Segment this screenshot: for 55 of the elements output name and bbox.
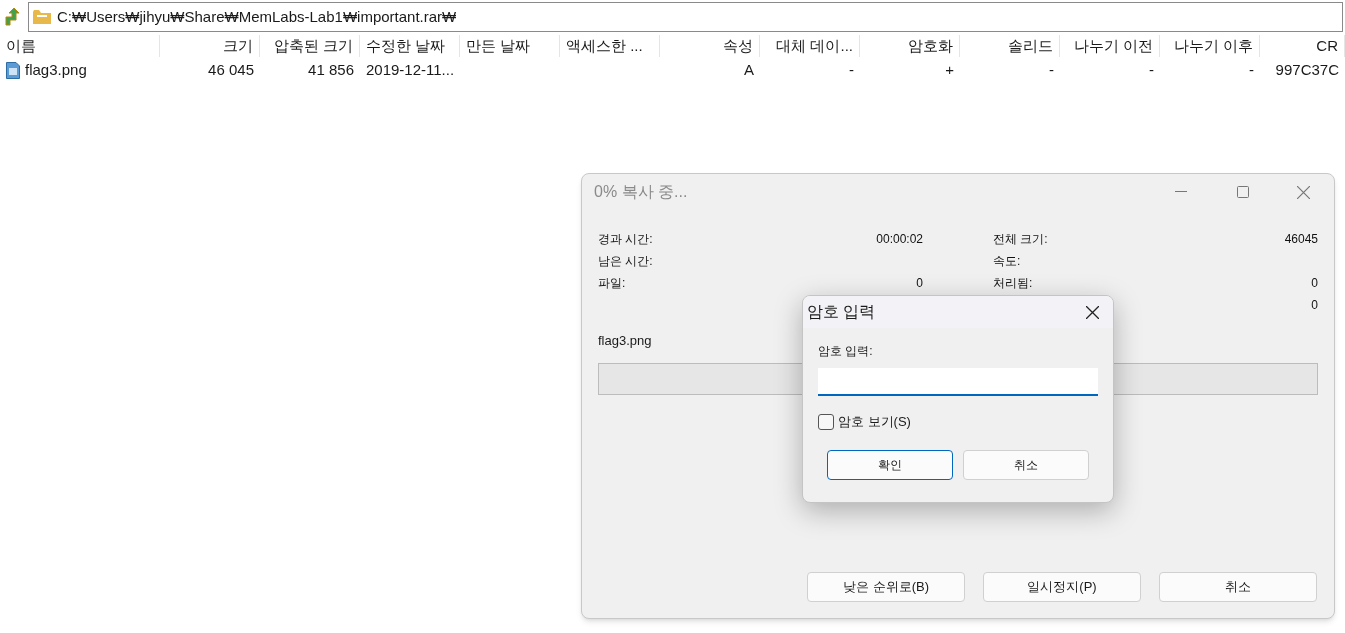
column-header[interactable]: 솔리드 (960, 34, 1060, 58)
dialog-button[interactable]: 낮은 순위로(B) (807, 572, 965, 602)
column-header[interactable]: 암호화 (860, 34, 960, 58)
checkbox-label[interactable]: 암호 보기(S) (838, 412, 911, 432)
dialog-button[interactable]: 확인 (827, 449, 953, 480)
dialog-button[interactable]: 취소 (963, 449, 1089, 480)
stat-label: 파일: (598, 275, 626, 292)
field-label: 암호 입력: (818, 343, 874, 360)
column-header[interactable]: 나누기 이후 (1160, 34, 1260, 58)
password-field[interactable] (818, 368, 1098, 396)
table-cell-text: - (1149, 59, 1154, 80)
table-cell-text: - (1049, 59, 1054, 80)
table-cell[interactable]: flag3.png (25, 58, 87, 82)
address-path: C:₩Users₩jihyu₩Share₩MemLabs-Lab1₩important.rar₩ (57, 6, 457, 27)
table-cell-text: 997C37C (1275, 59, 1339, 80)
column-header[interactable]: 속성 (660, 34, 760, 58)
table-cell-text: - (1249, 59, 1254, 80)
stat-value: 0 (1311, 275, 1318, 292)
checkbox[interactable] (818, 413, 834, 430)
column-header[interactable]: 수정한 날짜 (360, 34, 460, 58)
table-cell-text: 41 856 (308, 59, 354, 80)
address-field[interactable]: C:₩Users₩jihyu₩Share₩MemLabs-Lab1₩important.rar₩ (28, 2, 1343, 32)
table-cell-text: 2019-12-11... (366, 59, 455, 80)
dialog-title: 암호 입력 (807, 302, 877, 322)
table-cell-text: - (849, 59, 854, 80)
stat-value: 00:00:02 (876, 231, 923, 248)
column-header[interactable]: 대체 데이... (760, 34, 860, 58)
column-header[interactable]: 크기 (160, 34, 260, 58)
column-header[interactable]: CR (1260, 34, 1345, 58)
stat-label: 전체 크기: (993, 231, 1048, 248)
window-title: 0% 복사 중... (594, 182, 689, 202)
minimize-icon[interactable] (1175, 191, 1187, 193)
image-file-icon (6, 61, 20, 79)
stat-value: 46045 (1284, 231, 1318, 248)
stat-label: 경과 시간: (598, 231, 653, 248)
close-icon[interactable] (1086, 305, 1099, 319)
folder-icon (33, 10, 51, 24)
column-header[interactable]: 나누기 이전 (1060, 34, 1160, 58)
dialog-button[interactable]: 일시정지(P) (983, 572, 1141, 602)
stat-value: 0 (916, 275, 923, 292)
column-header[interactable]: 압축된 크기 (260, 34, 360, 58)
table-cell-text: 46 045 (208, 59, 254, 80)
column-header[interactable]: 이름 (0, 34, 160, 58)
current-file-name: flag3.png (598, 331, 652, 350)
stat-label: 속도: (993, 253, 1021, 270)
dialog-button[interactable]: 취소 (1159, 572, 1317, 602)
column-header[interactable]: 액세스한 ... (560, 34, 660, 58)
up-arrow-icon[interactable] (4, 8, 20, 26)
maximize-icon[interactable] (1237, 186, 1249, 198)
stat-label: 처리됨: (993, 275, 1033, 292)
table-cell-text: + (945, 59, 954, 80)
column-header[interactable]: 만든 날짜 (460, 34, 560, 58)
table-cell-text: A (744, 59, 754, 80)
stat-label: 남은 시간: (598, 253, 653, 270)
stat-value: 0 (1311, 297, 1318, 314)
